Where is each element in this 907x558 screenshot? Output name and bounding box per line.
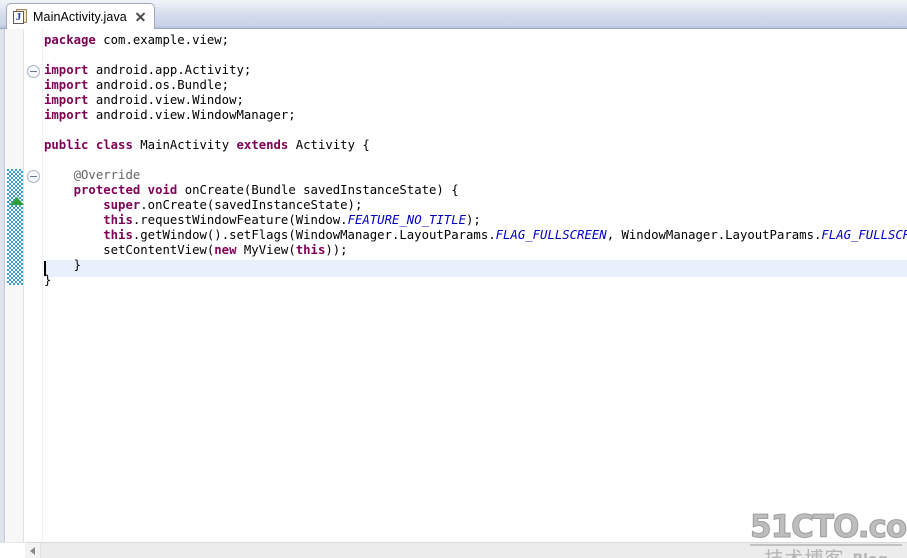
code-token-plain: setContentView( xyxy=(44,243,215,257)
change-bar-indicator xyxy=(7,169,23,285)
code-token-plain: } xyxy=(44,258,82,272)
code-token-plain: com.example.view; xyxy=(95,33,230,47)
code-token-kw: void xyxy=(147,183,178,197)
code-token-kw: import xyxy=(44,63,89,77)
code-token-kw: this xyxy=(295,243,326,257)
code-token-plain: onCreate(Bundle savedInstanceState) { xyxy=(177,183,459,197)
code-line: import android.app.Activity; xyxy=(44,63,907,78)
editor-tab-strip: J MainActivity.java xyxy=(0,0,907,29)
code-token-kw: import xyxy=(44,93,89,107)
watermark: 51CTO.com 技术博客 Blog xyxy=(750,509,907,558)
code-token-stat: FEATURE_NO_TITLE xyxy=(347,213,467,227)
folding-column[interactable] xyxy=(25,29,43,542)
close-icon[interactable] xyxy=(134,11,146,23)
collapse-fold-icon[interactable] xyxy=(27,65,40,78)
watermark-subtitle-en: Blog xyxy=(852,550,887,558)
code-line: @Override xyxy=(44,168,907,183)
code-line: this.getWindow().setFlags(WindowManager.… xyxy=(44,228,907,243)
watermark-site: 51CTO.com xyxy=(750,509,907,546)
code-token-kw: protected xyxy=(73,183,141,197)
code-token-plain: MainActivity xyxy=(132,138,237,152)
code-line: import android.view.WindowManager; xyxy=(44,108,907,123)
code-token-plain: .onCreate(savedInstanceState); xyxy=(140,198,363,212)
code-line: import android.os.Bundle; xyxy=(44,78,907,93)
code-token-kw: super xyxy=(103,198,141,212)
tab-mainactivity-java[interactable]: J MainActivity.java xyxy=(6,3,155,29)
java-icon-letter: J xyxy=(15,10,22,23)
code-token-plain: )); xyxy=(325,243,348,257)
code-token-plain: android.view.Window; xyxy=(88,93,244,107)
code-token-plain: Activity { xyxy=(288,138,370,152)
annotation-ruler[interactable] xyxy=(6,29,24,542)
code-token-ann: @Override xyxy=(73,168,141,182)
code-token-kw: public xyxy=(44,138,89,152)
code-token-kw: this xyxy=(103,213,133,227)
watermark-subtitle-cn: 技术博客 xyxy=(764,548,844,558)
code-token-kw: new xyxy=(214,243,237,257)
code-token-plain: MyView( xyxy=(236,243,296,257)
code-line: package com.example.view; xyxy=(44,33,907,48)
code-token-plain: } xyxy=(44,273,52,287)
code-token-kw: this xyxy=(103,228,133,242)
code-line: } xyxy=(44,273,907,288)
code-token-kw: class xyxy=(95,138,133,152)
code-token-kw: package xyxy=(44,33,96,47)
editor-bottom-left-corner xyxy=(0,542,25,558)
java-file-icon: J xyxy=(13,8,28,25)
arrow-left-icon[interactable] xyxy=(25,543,41,558)
code-token-kw: import xyxy=(44,108,89,122)
code-editing-area[interactable]: package com.example.view; import android… xyxy=(44,29,907,542)
collapse-fold-icon[interactable] xyxy=(27,170,40,183)
code-token-plain: , WindowManager.LayoutParams. xyxy=(606,228,822,242)
code-token-stat: FLAG_FULLSCREEN xyxy=(495,228,607,242)
code-token-plain: android.os.Bundle; xyxy=(88,78,230,92)
code-token-plain: android.app.Activity; xyxy=(88,63,252,77)
code-token-plain: ); xyxy=(466,213,481,227)
code-token-plain: .requestWindowFeature(Window. xyxy=(132,213,348,227)
code-line: import android.view.Window; xyxy=(44,93,907,108)
code-token-kw: import xyxy=(44,78,89,92)
green-triangle-marker xyxy=(10,197,24,205)
code-token-plain: android.view.WindowManager; xyxy=(88,108,296,122)
code-token-stat: FLAG_FULLSCREEN xyxy=(821,228,907,242)
code-line: setContentView(new MyView(this)); xyxy=(44,243,907,258)
code-line: super.onCreate(savedInstanceState); xyxy=(44,198,907,213)
code-token-plain: .getWindow().setFlags(WindowManager.Layo… xyxy=(132,228,496,242)
code-line: protected void onCreate(Bundle savedInst… xyxy=(44,183,907,198)
editor-frame: package com.example.view; import android… xyxy=(0,29,907,558)
code-token-kw: extends xyxy=(236,138,289,152)
code-line: this.requestWindowFeature(Window.FEATURE… xyxy=(44,213,907,228)
code-line: public class MainActivity extends Activi… xyxy=(44,138,907,153)
tab-label: MainActivity.java xyxy=(33,9,127,24)
overview-ruler[interactable] xyxy=(0,29,5,542)
code-line: } xyxy=(44,258,907,273)
eclipse-editor-window: J MainActivity.java package com.example.… xyxy=(0,0,907,558)
source-code-text: package com.example.view; import android… xyxy=(44,33,907,303)
